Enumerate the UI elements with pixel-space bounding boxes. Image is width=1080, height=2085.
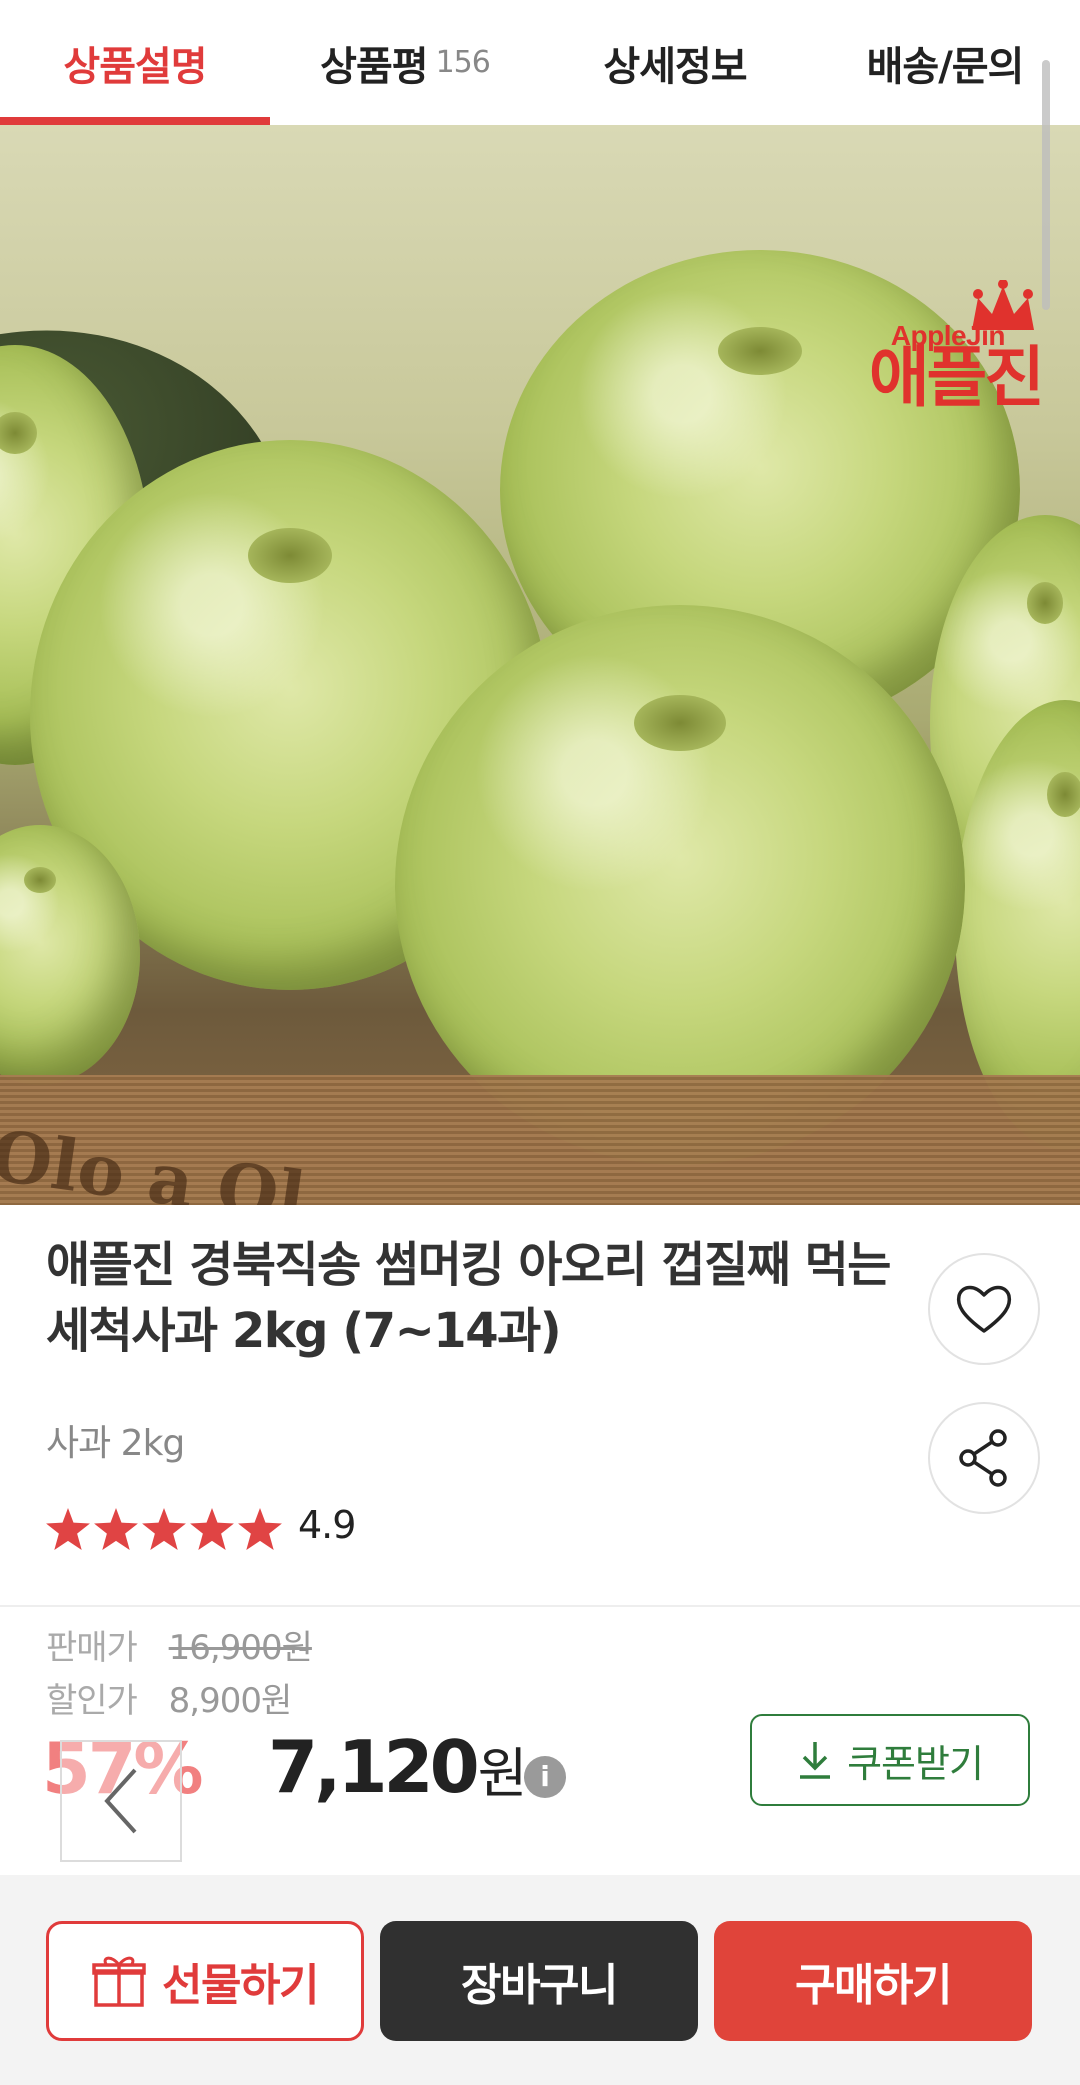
buy-button[interactable]: 구매하기 bbox=[714, 1921, 1032, 2041]
sale-price-label: 할인가 bbox=[46, 1681, 138, 1721]
active-tab-indicator bbox=[0, 117, 270, 125]
heart-icon bbox=[956, 1285, 1012, 1333]
product-tab-bar: 상품설명 상품평 156 상세정보 배송/문의 bbox=[0, 0, 1080, 127]
scrollbar[interactable] bbox=[1042, 60, 1050, 310]
cart-button[interactable]: 장바구니 bbox=[380, 1921, 698, 2041]
product-option: 사과 2kg bbox=[46, 1423, 185, 1464]
final-price-unit: 원 bbox=[477, 1742, 528, 1805]
tab-reviews[interactable]: 상품평 156 bbox=[270, 0, 540, 125]
section-divider bbox=[0, 1605, 1080, 1607]
chevron-left-icon bbox=[104, 1768, 137, 1834]
share-button[interactable] bbox=[928, 1402, 1040, 1514]
tab-shipping-inquiry[interactable]: 배송/문의 bbox=[810, 0, 1080, 125]
star-icon bbox=[94, 1508, 138, 1550]
buy-label: 구매하기 bbox=[795, 1960, 952, 2011]
product-title: 애플진 경북직송 썸머킹 아오리 껍질째 먹는 세척사과 2kg (7~14과) bbox=[46, 1237, 891, 1359]
wishlist-button[interactable] bbox=[928, 1253, 1040, 1365]
brand-logo-ko: 애플진 bbox=[868, 339, 1045, 416]
tab-description[interactable]: 상품설명 bbox=[0, 0, 270, 125]
coupon-label: 쿠폰받기 bbox=[847, 1741, 984, 1786]
list-price-label: 판매가 bbox=[46, 1628, 138, 1668]
tab-details[interactable]: 상세정보 bbox=[540, 0, 810, 125]
star-icon bbox=[46, 1508, 90, 1550]
prev-button[interactable] bbox=[60, 1740, 182, 1862]
gift-label: 선물하기 bbox=[162, 1960, 319, 2011]
final-price-value: 7,120 bbox=[268, 1725, 480, 1809]
cart-label: 장바구니 bbox=[461, 1960, 618, 2011]
share-icon bbox=[959, 1429, 1007, 1487]
sale-price-value: 8,900원 bbox=[168, 1681, 293, 1721]
review-count: 156 bbox=[435, 45, 491, 80]
star-icon bbox=[190, 1508, 234, 1550]
tab-description-label: 상품설명 bbox=[63, 43, 207, 90]
star-icon bbox=[142, 1508, 186, 1550]
tab-reviews-label: 상품평 bbox=[320, 43, 428, 90]
bottom-action-bar: 선물하기 장바구니 구매하기 bbox=[0, 1875, 1080, 2085]
tab-details-label: 상세정보 bbox=[603, 43, 747, 90]
coupon-download-button[interactable]: 쿠폰받기 bbox=[750, 1714, 1030, 1806]
info-icon[interactable]: i bbox=[524, 1756, 566, 1798]
gift-icon bbox=[92, 1956, 146, 2007]
list-price-row: 판매가 16,900원 bbox=[46, 1620, 313, 1669]
sale-price-row: 할인가 8,900원 bbox=[46, 1673, 293, 1722]
product-image-carousel[interactable]: Olo a Ol AppleJin 애플진 bbox=[0, 125, 1080, 1205]
tab-shipping-label: 배송/문의 bbox=[866, 43, 1025, 90]
final-price: 7,120원 bbox=[268, 1725, 527, 1809]
star-icon bbox=[238, 1508, 282, 1550]
rating-value: 4.9 bbox=[298, 1503, 356, 1547]
download-icon bbox=[800, 1742, 831, 1779]
list-price-value: 16,900원 bbox=[168, 1628, 313, 1668]
gift-button[interactable]: 선물하기 bbox=[46, 1921, 364, 2041]
rating-stars bbox=[46, 1508, 282, 1550]
